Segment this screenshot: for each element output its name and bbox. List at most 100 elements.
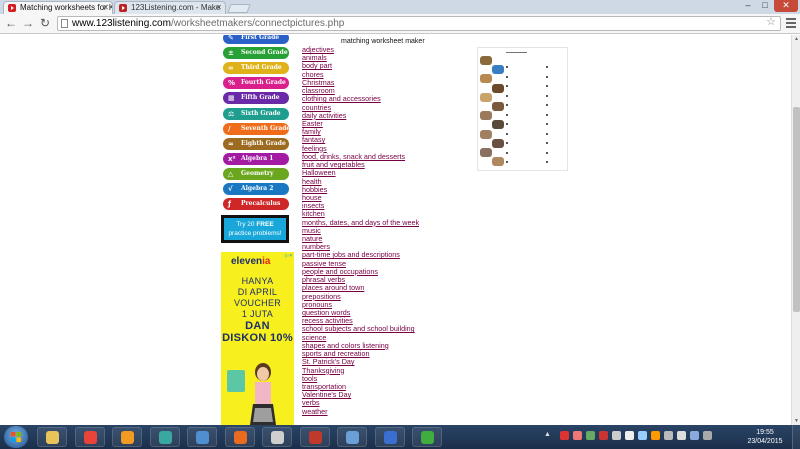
forward-button[interactable]: → (21, 16, 35, 30)
tab-title: Matching worksheets for K (20, 3, 113, 12)
taskbar-app-button[interactable] (262, 427, 292, 447)
tray-app-icon[interactable] (573, 431, 582, 440)
grade-button[interactable]: ▦ Fifth Grade (223, 92, 289, 105)
start-button[interactable] (4, 426, 28, 448)
tray-alert-icon[interactable] (560, 431, 569, 440)
clock-date: 23/04/2015 (747, 438, 783, 445)
url-host: www.123listening.com (72, 18, 171, 29)
browser-titlebar: Matching worksheets for K ✕ 123Listening… (0, 0, 800, 14)
tray-flag-icon[interactable] (625, 431, 634, 440)
topic-link[interactable]: Easter (302, 119, 442, 128)
worksheet-picture (480, 92, 492, 102)
promo-line2: practice problems! (228, 230, 282, 237)
worksheet-dot (546, 142, 548, 144)
address-bar[interactable]: www.123listening.com/worksheetmakers/con… (57, 16, 781, 31)
grade-button[interactable]: △ Geometry (223, 167, 289, 180)
worksheet-dot (546, 151, 548, 154)
vertical-scrollbar[interactable]: ▲ ▼ (791, 35, 800, 425)
ad-logo: elevenia (231, 256, 271, 267)
taskbar-app-button[interactable] (74, 427, 105, 447)
tray-expand-icon[interactable]: ▲ (544, 431, 551, 438)
tray-red-icon[interactable] (599, 431, 608, 440)
taskbar-app-button[interactable] (224, 427, 255, 447)
topic-link[interactable]: daily activities (302, 111, 442, 120)
worksheet-dot (546, 85, 548, 87)
grade-label: Second Grade (241, 49, 288, 57)
topic-link[interactable]: music (302, 226, 442, 235)
tray-wifi-icon[interactable] (690, 431, 699, 440)
grade-button[interactable]: % Fourth Grade (223, 77, 289, 90)
grade-button[interactable]: ⚖ Sixth Grade (223, 107, 289, 120)
show-desktop-button[interactable] (792, 425, 800, 449)
windows-taskbar: ▲ 19:55 23/04/2015 (0, 425, 800, 449)
worksheet-picture (492, 138, 504, 148)
grade-label: First Grade (241, 35, 280, 41)
grade-button[interactable]: ✎ First Grade (223, 35, 289, 44)
reload-button[interactable]: ↻ (38, 16, 52, 30)
maximize-button[interactable]: □ (756, 0, 774, 12)
topic-link[interactable]: Thanksgiving (302, 366, 442, 375)
new-tab-button[interactable] (227, 4, 251, 13)
site-favicon-icon (119, 4, 127, 12)
worksheet-dot (506, 75, 508, 78)
taskbar-app-button[interactable] (337, 427, 367, 447)
system-clock[interactable]: 19:55 23/04/2015 (745, 428, 785, 446)
chrome-menu-icon[interactable] (786, 18, 796, 28)
topic-link[interactable]: hobbies (302, 185, 442, 194)
back-button[interactable]: ← (4, 16, 18, 30)
grade-button[interactable]: √ Algebra 2 (223, 183, 289, 195)
tab-123listening[interactable]: 123Listening.com - Make ✕ (114, 1, 226, 14)
url-path: /worksheetmakers/connectpictures.php (170, 18, 345, 29)
grade-label: Geometry (241, 169, 274, 177)
taskbar-app-button[interactable] (374, 427, 405, 447)
topic-link[interactable]: Valentine's Day (302, 390, 442, 399)
grade-button[interactable]: x² Algebra 1 (223, 152, 289, 165)
ad-line-5: DAN (245, 320, 270, 332)
tray-grey-icon[interactable] (612, 431, 621, 440)
ad-line-2: DI APRIL (237, 287, 278, 297)
taskbar-app-button[interactable] (112, 427, 142, 447)
tray-signal-icon[interactable] (664, 431, 673, 440)
tab-matching-worksheets[interactable]: Matching worksheets for K ✕ (3, 1, 113, 14)
tab-close-icon[interactable]: ✕ (215, 2, 222, 14)
worksheet-dot (506, 113, 508, 116)
topic-link[interactable]: Halloween (302, 169, 442, 177)
grade-button[interactable]: ± Second Grade (223, 47, 289, 60)
tab-close-icon[interactable]: ✕ (102, 2, 109, 14)
practice-problems-promo[interactable]: Try 20 FREE practice problems! (221, 215, 289, 243)
taskbar-app-button[interactable] (149, 427, 180, 447)
tray-speaker-icon[interactable] (703, 431, 712, 440)
topic-link[interactable]: months, dates, and days of the week (302, 218, 442, 227)
grade-label: Precalculus (241, 200, 281, 208)
scroll-up-icon[interactable]: ▲ (793, 35, 800, 43)
grade-button[interactable]: ∞ Third Grade (223, 62, 289, 75)
pencil-icon: ✎ (228, 35, 234, 42)
worksheet-preview-image[interactable]: ▬▬▬▬▬▬▬ (477, 47, 568, 171)
tray-battery-icon[interactable] (651, 431, 660, 440)
worksheet-dot (506, 151, 508, 154)
scroll-down-icon[interactable]: ▼ (793, 417, 800, 425)
browser-toolbar: ← → ↻ www.123listening.com/worksheetmake… (0, 14, 800, 34)
taskbar-app-button[interactable] (412, 427, 442, 447)
tray-volume-icon[interactable] (677, 431, 686, 440)
worksheet-dot (506, 161, 508, 163)
adchoices-icon[interactable]: ▷✕ (285, 253, 293, 259)
worksheet-picture (492, 157, 504, 167)
minimize-button[interactable]: – (740, 0, 756, 12)
tray-network-icon[interactable] (638, 431, 647, 440)
taskbar-app-button[interactable] (187, 427, 217, 447)
topic-link[interactable]: weather (302, 407, 442, 416)
tray-green-icon[interactable] (586, 431, 595, 440)
plus-minus-icon: ± (228, 49, 234, 58)
grade-label: Third Grade (241, 64, 282, 72)
grade-button[interactable]: ≈ Eighth Grade (223, 137, 289, 150)
grade-button[interactable]: ∕ Seventh Grade (223, 122, 290, 135)
grade-button[interactable]: ƒ Precalculus (223, 198, 289, 211)
worksheet-dot (506, 104, 508, 106)
scroll-thumb[interactable] (793, 107, 800, 312)
close-window-button[interactable]: ✕ (774, 0, 798, 12)
taskbar-app-button[interactable] (37, 427, 67, 447)
bookmark-star-icon[interactable]: ☆ (766, 16, 776, 29)
elevenia-ad-banner[interactable]: elevenia ▷✕ HANYA DI APRIL VOUCHER 1 JUT… (221, 252, 294, 425)
taskbar-app-button[interactable] (299, 427, 330, 447)
